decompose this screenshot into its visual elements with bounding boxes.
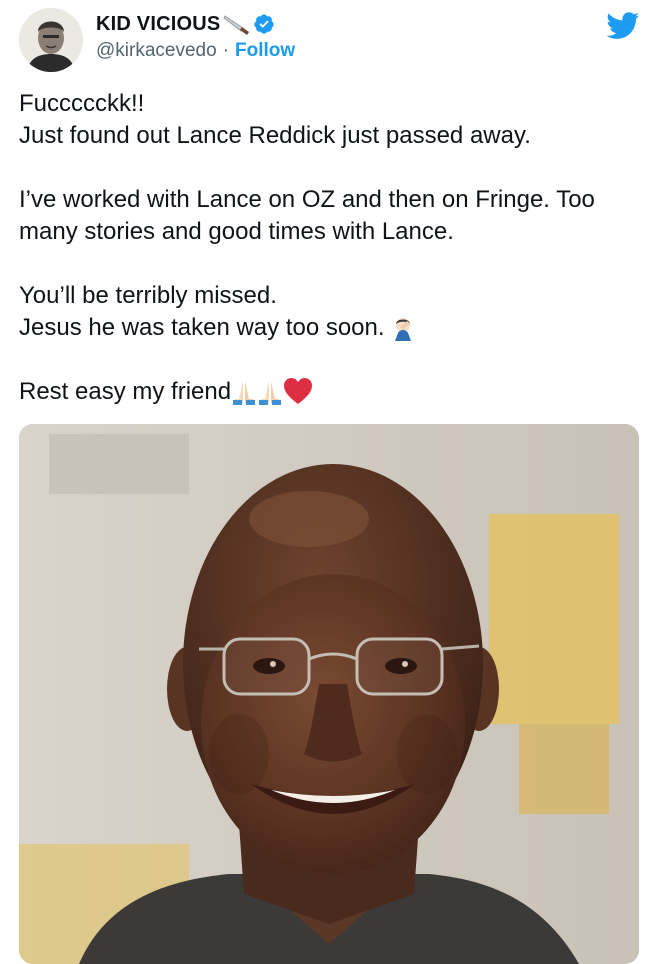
avatar-photo [19,8,83,72]
portrait-photo [19,424,639,964]
folded-hands-emoji-icon [233,381,256,405]
knife-emoji-icon [223,15,250,35]
verified-badge-icon [254,14,275,34]
man-facepalming-emoji-icon [395,318,412,341]
tweet-line: many stories and good times with Lance. [19,218,454,245]
tweet-line-with-emoji: Jesus he was taken way too soon. [19,312,644,344]
tweet-line-text: Rest easy my friend [19,378,232,405]
tweet-line: Fuccccckk!! [19,90,145,117]
tweet-line-with-emoji: Rest easy my friend [19,376,644,408]
author-handle[interactable]: @kirkacevedo [96,40,217,62]
tweet-photo[interactable] [19,424,639,964]
author-display-name[interactable]: KID VICIOUS [96,13,220,36]
folded-hands-emoji-icon [259,381,282,405]
tweet-line: You’ll be terribly missed. [19,282,277,309]
twitter-bird-icon[interactable] [606,12,640,40]
tweet-text: Fuccccckk!! Just found out Lance Reddick… [19,88,644,408]
tweet-line-text: Jesus he was taken way too soon. [19,314,385,341]
tweet-card: KID VICIOUS @kirkacevedo · Follow Fucccc… [0,0,650,964]
author-handle-row: @kirkacevedo · Follow [96,40,295,62]
red-heart-emoji-icon [284,378,313,404]
tweet-line: I’ve worked with Lance on OZ and then on… [19,186,595,213]
author-avatar[interactable] [19,8,83,72]
follow-button[interactable]: Follow [235,40,295,62]
separator-dot: · [222,40,229,61]
tweet-line: Just found out Lance Reddick just passed… [19,122,531,149]
author-name-row: KID VICIOUS [96,10,275,38]
